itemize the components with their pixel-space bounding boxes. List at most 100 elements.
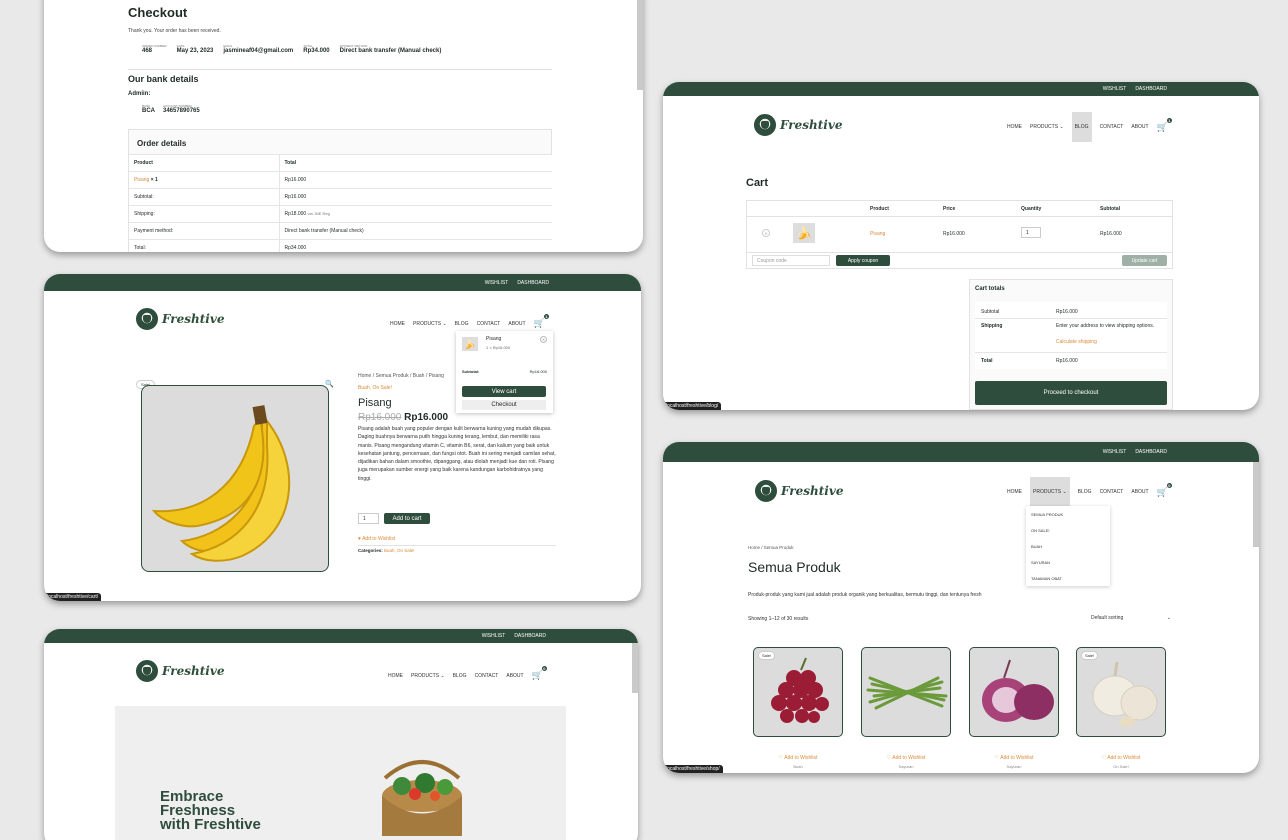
wishlist-link[interactable]: WISHLIST [1103,449,1127,455]
sorting-select[interactable]: Default sorting ⌄ [1091,615,1171,621]
scrollbar[interactable] [637,0,643,90]
product-price: Rp16.000 Rp16.000 [358,412,448,423]
dashboard-link[interactable]: DASHBOARD [1135,86,1167,92]
update-cart-button[interactable]: Update cart [1122,255,1167,266]
sale-badge: Sale! [1081,651,1099,660]
menu-item[interactable]: BUAH [1031,544,1042,549]
nav-products[interactable]: PRODUCTS ⌄ [411,673,445,679]
logo[interactable]: Freshtive [136,660,224,682]
checkout-button[interactable]: Checkout [462,400,546,410]
banana-thumbnail[interactable]: 🍌 [793,223,815,243]
product-card[interactable]: Sale! ♡ Add to Wishlist Buah [753,647,843,769]
vegetable-basket-image [382,760,462,836]
product-image[interactable] [141,385,329,572]
nav-products[interactable]: PRODUCTS ⌄ [413,321,447,327]
nav-contact[interactable]: CONTACT [1100,489,1124,495]
thank-you-text: Thank you. Your order has been received. [128,28,221,34]
mini-cart-item-name[interactable]: Pisang [486,336,501,342]
logo[interactable]: Freshtive [754,114,842,136]
scrollbar[interactable] [632,643,638,693]
wishlist-link[interactable]: WISHLIST [485,280,509,286]
top-bar: WISHLIST DASHBOARD [44,274,641,291]
add-to-wishlist[interactable]: ♡ Add to Wishlist [861,755,951,761]
bank-holder: Admiin: [128,91,151,97]
product-category: Buah [793,764,803,769]
cart-icon[interactable]: 🛒 1 [1157,116,1173,133]
nav-contact[interactable]: CONTACT [1100,124,1124,130]
logo-icon [755,480,777,502]
nav-blog[interactable]: BLOG [1071,112,1092,142]
dashboard-link[interactable]: DASHBOARD [514,633,546,639]
mini-cart-subtotal-label: Subtotal: [462,369,480,374]
chevron-down-icon: ⌄ [440,672,445,679]
nav-about[interactable]: ABOUT [508,321,525,327]
product-card[interactable]: Sale! ♡ Add to Wishlist On Sale! [1076,647,1166,769]
add-to-wishlist[interactable]: ♡ Add to Wishlist [969,755,1059,761]
product-card[interactable]: ♡ Add to Wishlist Sayuran [969,647,1059,769]
quantity-input[interactable]: 1 [1021,227,1041,238]
add-to-wishlist[interactable]: ♥ Add to Wishlist [358,536,395,542]
add-to-cart-button[interactable]: Add to cart [384,513,430,524]
remove-item-icon[interactable]: ✕ [540,336,547,343]
cart-icon[interactable]: 🛒 0 [1157,481,1173,498]
nav-blog[interactable]: BLOG [455,321,469,327]
add-to-wishlist[interactable]: ♡ Add to Wishlist [1076,755,1166,761]
coupon-input[interactable]: Coupon code [752,255,830,266]
page-title: Cart [746,177,769,189]
cart-icon[interactable]: 🛒 1 [534,313,550,329]
totals-table: Subtotal Rp16.000 Shipping Enter your add… [975,302,1167,369]
product-card[interactable]: ♡ Add to Wishlist Sayuran [861,647,951,769]
cart-totals-title: Cart totals [975,286,1005,292]
nav-contact[interactable]: CONTACT [477,321,501,327]
quantity-input[interactable]: 1 [358,513,379,524]
cart-item-name[interactable]: Pisang [870,231,885,237]
nav-home[interactable]: HOME [388,673,403,679]
menu-item[interactable]: ON SALE! [1031,528,1049,533]
product-category: Sayuran [1006,764,1022,769]
logo-icon [754,114,776,136]
nav-home[interactable]: HOME [390,321,405,327]
view-cart-button[interactable]: View cart [462,386,546,397]
nav-products[interactable]: PRODUCTS ⌄ [1030,477,1070,507]
sale-badge: Sale! [758,651,776,660]
result-count: Showing 1–12 of 30 results [748,616,809,622]
menu-item[interactable]: SAYURAN [1031,560,1050,565]
apply-coupon-button[interactable]: Apply coupon [836,255,890,266]
nav-contact[interactable]: CONTACT [475,673,499,679]
proceed-to-checkout-button[interactable]: Proceed to checkout [975,381,1167,405]
status-url: localhost/freshtive/shop/ [663,765,723,773]
order-email: EMAIL jasmineaf04@gmail.com [223,44,294,54]
nav-about[interactable]: ABOUT [506,673,523,679]
checkout-window: Checkout Thank you. Your order has been … [44,0,643,252]
old-price: Rp16.000 [358,412,402,423]
cart-icon[interactable]: 🛒 0 [532,665,548,681]
mini-cart-item-line: 1 × Rp16.000 [486,345,511,350]
wishlist-link[interactable]: WISHLIST [482,633,506,639]
nav-about[interactable]: ABOUT [1131,124,1148,130]
nav-blog[interactable]: BLOG [1078,489,1092,495]
sale-price: Rp16.000 [404,412,449,423]
product-categories-top[interactable]: Buah, On Sale! [358,385,392,391]
product-link[interactable]: Pisang [134,177,149,183]
menu-item[interactable]: SEMUA PRODUK [1031,512,1063,517]
home-window: WISHLIST DASHBOARD Freshtive HOME PRODUC… [44,629,638,840]
nav-home[interactable]: HOME [1007,489,1022,495]
nav-home[interactable]: HOME [1007,124,1022,130]
scrollbar[interactable] [1253,462,1259,547]
wishlist-link[interactable]: WISHLIST [1103,86,1127,92]
logo[interactable]: Freshtive [136,308,224,330]
nav-products[interactable]: PRODUCTS ⌄ [1030,124,1064,130]
shallot-image [982,659,1054,722]
dashboard-link[interactable]: DASHBOARD [1135,449,1167,455]
divider [128,69,552,70]
calculate-shipping-link[interactable]: Calculate shipping [1056,339,1097,345]
top-bar: WISHLIST DASHBOARD [663,442,1259,462]
shop-intro: Produk-produk yang kami jual adalah prod… [748,592,982,598]
nav-about[interactable]: ABOUT [1131,489,1148,495]
menu-item[interactable]: TANAMAN OBAT [1031,576,1062,581]
dashboard-link[interactable]: DASHBOARD [517,280,549,286]
remove-item-icon[interactable]: ✕ [762,229,770,237]
logo[interactable]: Freshtive [755,480,843,502]
add-to-wishlist[interactable]: ♡ Add to Wishlist [753,755,843,761]
nav-blog[interactable]: BLOG [453,673,467,679]
